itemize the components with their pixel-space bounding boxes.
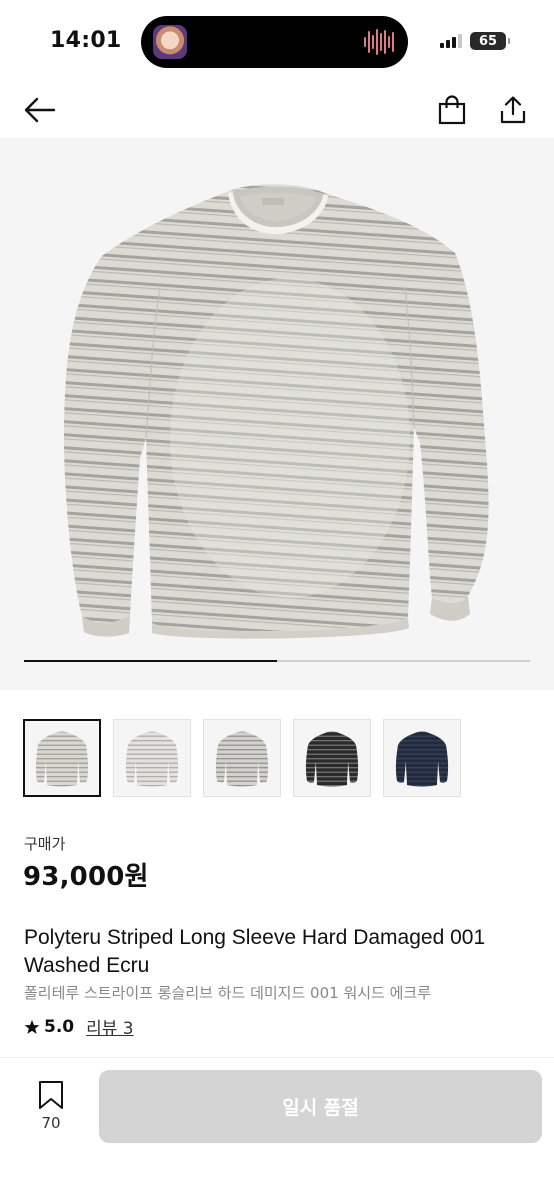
status-indicators: 65: [440, 32, 510, 50]
battery-icon: 65: [470, 32, 510, 50]
rating-row: 5.0 리뷰 3: [24, 1014, 134, 1039]
thumbnail-strip: [23, 719, 461, 797]
thumbnail-image: [305, 731, 359, 787]
now-playing-artwork-icon: [153, 25, 187, 59]
share-button[interactable]: [493, 90, 533, 130]
reviews-link[interactable]: 리뷰 3: [86, 1014, 134, 1039]
rating-score: 5.0: [44, 1016, 75, 1037]
top-nav: [0, 84, 554, 136]
thumbnail-ecru-washed[interactable]: [23, 719, 101, 797]
status-bar: 14:01 65: [0, 0, 554, 84]
status-time: 14:01: [50, 28, 122, 53]
price-label: 구매가: [24, 835, 66, 853]
dynamic-island: [141, 16, 408, 68]
thumbnail-image: [395, 731, 449, 787]
bookmark-icon: [39, 1081, 63, 1109]
soldout-button[interactable]: 일시 품절: [99, 1070, 542, 1143]
thumbnail-ecru-light[interactable]: [113, 719, 191, 797]
divider: [0, 1057, 554, 1058]
shop-button[interactable]: [432, 90, 472, 130]
gallery-progress: [24, 660, 530, 662]
product-title: Polyteru Striped Long Sleeve Hard Damage…: [24, 926, 486, 977]
gallery-progress-fill: [24, 660, 277, 662]
shopping-bag-icon: [438, 95, 466, 125]
like-button[interactable]: 70: [28, 1080, 74, 1132]
cellular-signal-icon: [440, 34, 462, 48]
product-image-gallery[interactable]: [0, 138, 554, 690]
audio-visualizer-icon: [364, 28, 394, 56]
thumbnail-grey[interactable]: [203, 719, 281, 797]
arrow-left-icon: [24, 97, 56, 123]
product-image: [64, 184, 489, 639]
thumbnail-navy[interactable]: [383, 719, 461, 797]
thumbnail-image: [35, 731, 89, 787]
like-count: 70: [41, 1114, 61, 1132]
price-value: 93,000원: [23, 862, 149, 892]
star-icon: [24, 1019, 40, 1034]
share-icon: [500, 96, 526, 124]
back-button[interactable]: [20, 90, 60, 130]
thumbnail-black[interactable]: [293, 719, 371, 797]
thumbnail-image: [215, 731, 269, 787]
product-subtitle: 폴리테루 스트라이프 롱슬리브 하드 데미지드 001 워시드 에크루: [24, 984, 432, 1002]
thumbnail-image: [125, 731, 179, 787]
